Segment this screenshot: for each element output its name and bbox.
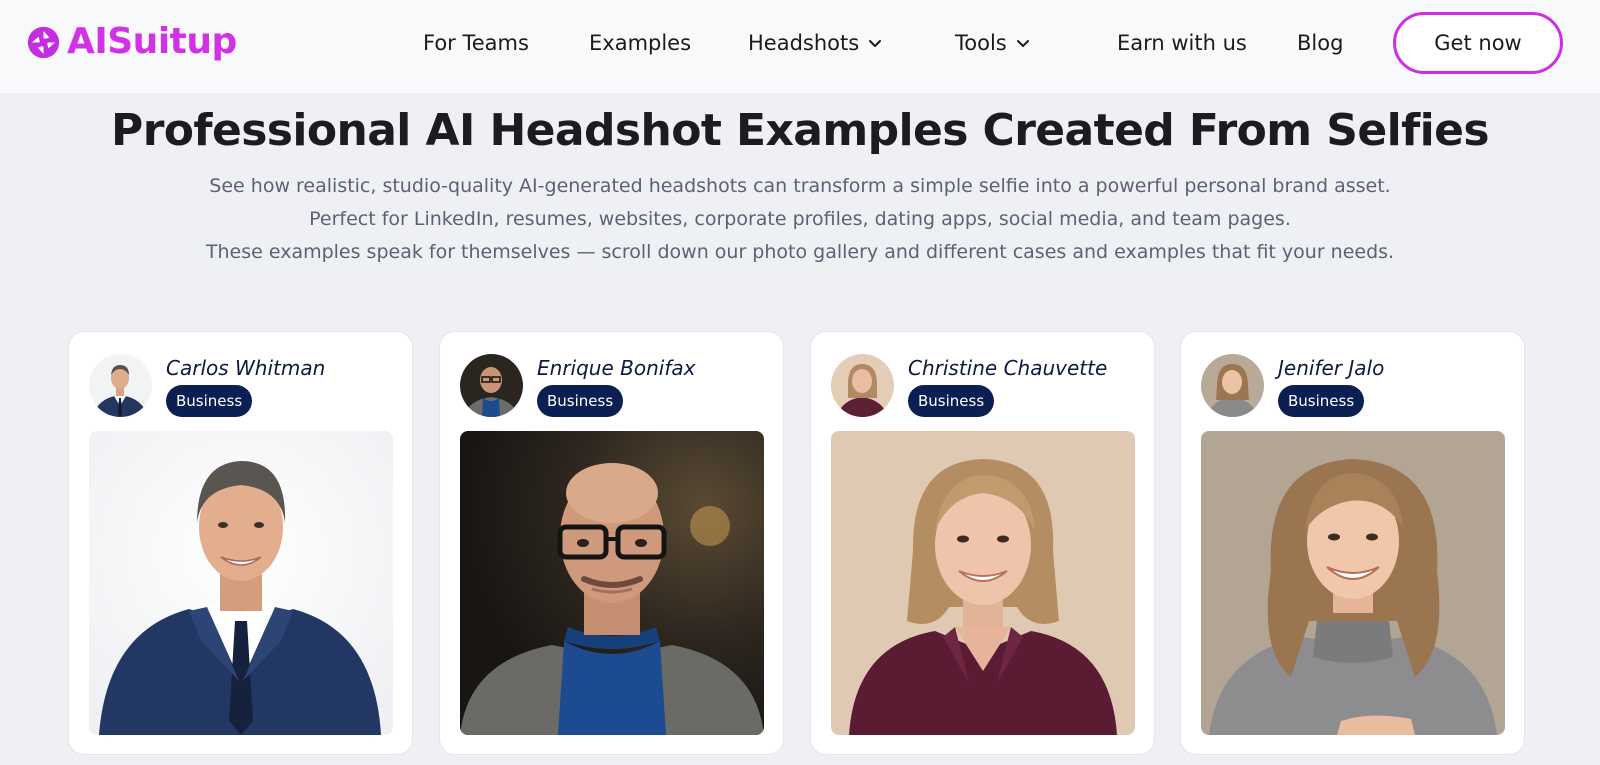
nav-earn-with-us[interactable]: Earn with us bbox=[1117, 26, 1247, 60]
nav-for-teams[interactable]: For Teams bbox=[423, 26, 529, 60]
nav-blog[interactable]: Blog bbox=[1297, 26, 1343, 60]
aperture-logo-icon bbox=[27, 26, 60, 58]
headshot-photo[interactable] bbox=[460, 431, 764, 735]
brand-logo[interactable]: AISuitup bbox=[27, 22, 237, 62]
headshot-photo[interactable] bbox=[831, 431, 1135, 735]
hero-description-line-2: Perfect for LinkedIn, resumes, websites,… bbox=[309, 208, 1291, 230]
headshot-photo[interactable] bbox=[89, 431, 393, 735]
avatar-carlos-whitman bbox=[89, 354, 152, 417]
logo-wordmark: AISuitup bbox=[67, 21, 237, 62]
chevron-down-icon bbox=[1016, 40, 1029, 47]
avatar-enrique-bonifax bbox=[460, 354, 523, 417]
nav-tools-label: Tools bbox=[955, 31, 1007, 55]
nav-examples[interactable]: Examples bbox=[589, 26, 691, 60]
category-badge: Business bbox=[1278, 385, 1365, 417]
hero-description-line-3: These examples speak for themselves — sc… bbox=[205, 241, 1395, 263]
category-badge: Business bbox=[166, 385, 253, 417]
nav-examples-label: Examples bbox=[589, 31, 692, 55]
example-card[interactable]: Carlos Whitman Business bbox=[68, 331, 413, 755]
example-card[interactable]: Enrique Bonifax Business bbox=[439, 331, 784, 755]
person-name: Jenifer Jalo bbox=[1278, 356, 1385, 380]
get-now-label: Get now bbox=[1434, 31, 1522, 55]
nav-headshots-label: Headshots bbox=[748, 31, 860, 55]
nav-tools-dropdown[interactable]: Tools bbox=[955, 26, 1031, 60]
person-name: Christine Chauvette bbox=[908, 356, 1108, 380]
nav-earn-label: Earn with us bbox=[1117, 31, 1247, 55]
headshot-photo[interactable] bbox=[1201, 431, 1505, 735]
chevron-down-icon bbox=[869, 40, 882, 47]
category-badge: Business bbox=[908, 385, 995, 417]
page-title: Professional AI Headshot Examples Create… bbox=[111, 105, 1489, 156]
nav-blog-label: Blog bbox=[1297, 31, 1344, 55]
example-card[interactable]: Jenifer Jalo Business bbox=[1180, 331, 1525, 755]
avatar-christine-chauvette bbox=[831, 354, 894, 417]
person-name: Enrique Bonifax bbox=[537, 356, 696, 380]
category-badge: Business bbox=[537, 385, 624, 417]
person-name: Carlos Whitman bbox=[166, 356, 326, 380]
get-now-button[interactable]: Get now bbox=[1393, 12, 1563, 74]
example-card[interactable]: Christine Chauvette Business bbox=[810, 331, 1155, 755]
hero-description-line-1: See how realistic, studio-quality AI-gen… bbox=[209, 175, 1391, 197]
avatar-jenifer-jalo bbox=[1201, 354, 1264, 417]
nav-for-teams-label: For Teams bbox=[423, 31, 529, 55]
top-navbar: AISuitup For Teams Examples Headshots To… bbox=[0, 0, 1600, 93]
nav-headshots-dropdown[interactable]: Headshots bbox=[748, 26, 883, 60]
